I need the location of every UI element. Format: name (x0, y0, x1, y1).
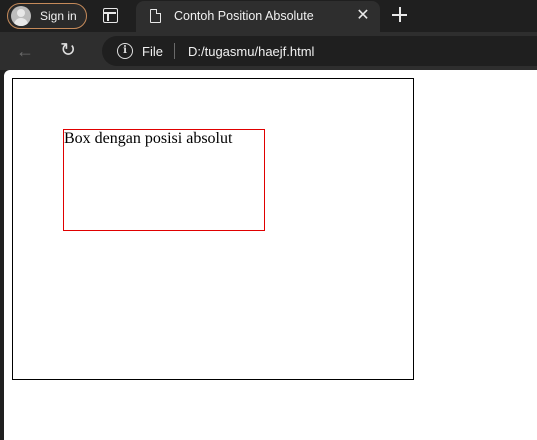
page-viewport: Box dengan posisi absolut (4, 70, 537, 440)
sign-in-label: Sign in (40, 9, 77, 23)
tab-title: Contoh Position Absolute (174, 9, 314, 23)
url-text[interactable]: D:/tugasmu/haejf.html (188, 44, 314, 59)
tab-strip: Sign in Contoh Position Absolute ✕ (0, 0, 537, 32)
document-icon (150, 9, 161, 23)
site-info-icon[interactable]: i (117, 43, 133, 59)
avatar-icon (11, 6, 31, 26)
tab-active[interactable]: Contoh Position Absolute ✕ (136, 1, 380, 32)
relative-container: Box dengan posisi absolut (12, 78, 414, 380)
absolute-box-text: Box dengan posisi absolut (64, 130, 233, 147)
close-tab-icon[interactable]: ✕ (354, 7, 372, 25)
absolute-box: Box dengan posisi absolut (63, 129, 265, 231)
address-chip-file[interactable]: File (142, 44, 163, 59)
sign-in-button[interactable]: Sign in (7, 3, 87, 29)
address-bar[interactable]: i File D:/tugasmu/haejf.html (102, 36, 537, 66)
new-tab-button[interactable] (390, 5, 410, 25)
reload-icon[interactable]: ↻ (60, 40, 82, 62)
toolbar: ← ↻ i File D:/tugasmu/haejf.html (0, 32, 537, 70)
back-arrow-icon[interactable]: ← (16, 41, 38, 61)
tab-actions-icon[interactable] (103, 8, 118, 23)
address-separator (174, 43, 175, 59)
